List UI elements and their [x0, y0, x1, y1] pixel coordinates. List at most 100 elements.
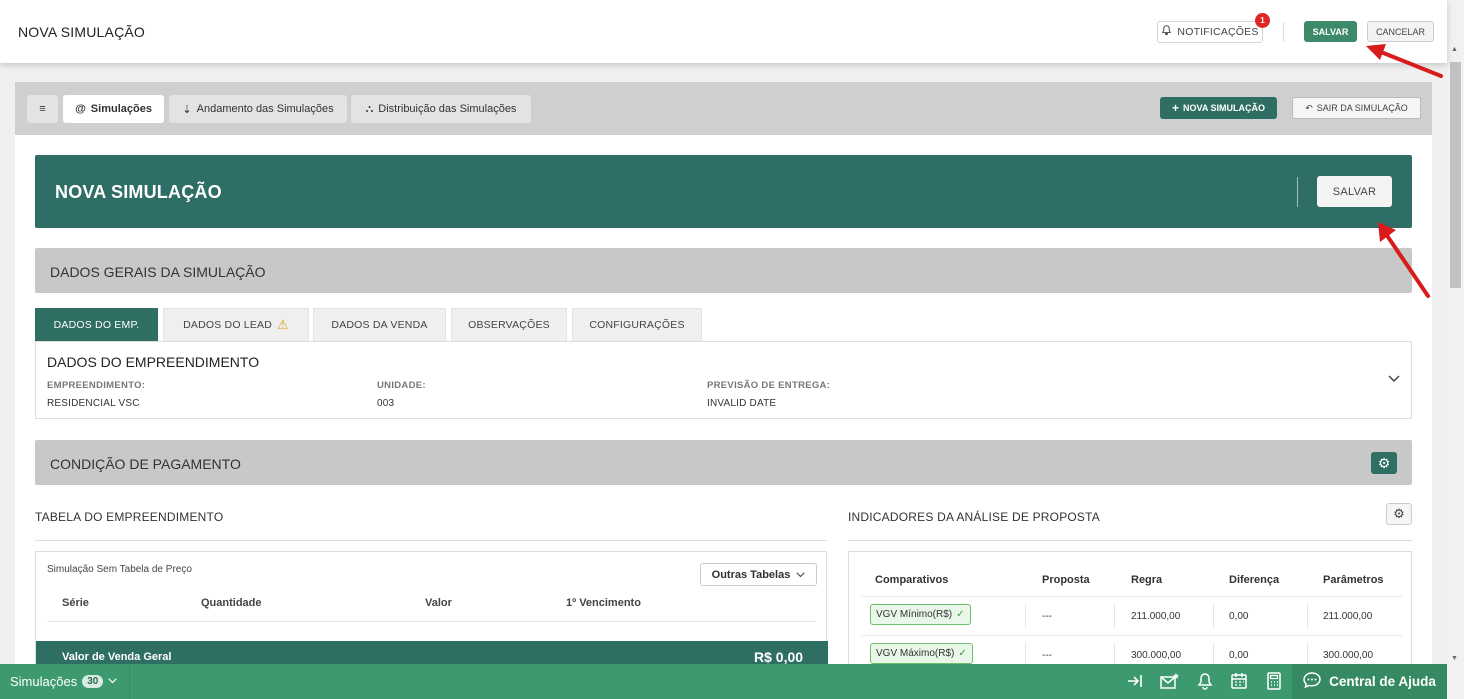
at-icon: @	[75, 103, 86, 115]
tab-distribuicao[interactable]: ⛬ Distribuição das Simulações	[351, 95, 531, 123]
section-title: DADOS GERAIS DA SIMULAÇÃO	[50, 264, 266, 280]
table-note: Simulação Sem Tabela de Preço	[47, 564, 192, 575]
sign-in-icon[interactable]	[1126, 672, 1144, 695]
field-label: UNIDADE:	[377, 380, 426, 391]
simulacoes-label: Simulações	[10, 674, 78, 689]
simulacoes-switcher[interactable]: Simulações 30	[0, 664, 130, 699]
mail-star-icon[interactable]	[1160, 672, 1180, 695]
tab-label: Andamento das Simulações	[196, 103, 334, 115]
divider	[1213, 604, 1214, 628]
bell-icon	[1161, 25, 1172, 39]
dados-gerais-section-header: DADOS GERAIS DA SIMULAÇÃO	[35, 248, 1412, 293]
bell-icon[interactable]	[1197, 672, 1213, 695]
column-header: Parâmetros	[1323, 574, 1384, 586]
tab-dados-emp[interactable]: DADOS DO EMP.	[35, 308, 158, 341]
hamburger-icon: ≡	[39, 103, 46, 115]
divider	[1114, 604, 1115, 628]
empreendimento-panel: DADOS DO EMPREENDIMENTO EMPREENDIMENTO: …	[35, 341, 1412, 419]
tab-dados-venda[interactable]: DADOS DA VENDA	[313, 308, 446, 341]
help-center-label: Central de Ajuda	[1329, 674, 1436, 689]
hero-divider	[1297, 177, 1298, 207]
indicators-settings-button[interactable]: ⚙	[1386, 503, 1412, 525]
tab-dados-lead[interactable]: DADOS DO LEAD ⚠	[163, 308, 309, 341]
reply-icon: ↶	[1305, 102, 1313, 113]
gear-icon: ⚙	[1393, 506, 1405, 521]
field-value: INVALID DATE	[707, 398, 777, 409]
bottom-taskbar: Simulações 30 Central de Ajuda	[0, 664, 1447, 699]
condicao-pagamento-section-header: CONDIÇÃO DE PAGAMENTO ⚙	[35, 440, 1412, 485]
diferenca-cell: 0,00	[1229, 611, 1249, 622]
new-simulation-button[interactable]: + NOVA SIMULAÇÃO	[1160, 97, 1277, 119]
cancel-button[interactable]: CANCELAR	[1367, 21, 1434, 42]
check-icon: ✓	[956, 609, 965, 620]
main-frame: ≡ @ Simulações ⇣ Andamento das Simulaçõe…	[15, 82, 1432, 667]
column-header: Diferença	[1229, 574, 1280, 586]
calendar-icon[interactable]	[1230, 672, 1248, 695]
column-header: Proposta	[1042, 574, 1090, 586]
column-header: Série	[62, 597, 89, 609]
regra-cell: 300.000,00	[1131, 650, 1182, 661]
new-simulation-label: NOVA SIMULAÇÃO	[1183, 103, 1265, 113]
payment-settings-button[interactable]: ⚙	[1371, 452, 1397, 474]
menu-toggle-button[interactable]: ≡	[27, 95, 58, 123]
exit-simulation-label: SAIR DA SIMULAÇÃO	[1316, 103, 1408, 113]
tab-simulacoes[interactable]: @ Simulações	[63, 95, 164, 123]
sitemap-icon: ⛬	[365, 102, 374, 115]
tab-observacoes[interactable]: OBSERVAÇÕES	[451, 308, 567, 341]
proposta-cell: ---	[1042, 611, 1052, 622]
panel-title: DADOS DO EMPREENDIMENTO	[47, 354, 260, 370]
tab-configuracoes[interactable]: CONFIGURAÇÕES	[572, 308, 702, 341]
tabela-title: TABELA DO EMPREENDIMENTO	[35, 510, 224, 524]
indicadores-title: INDICADORES DA ANÁLISE DE PROPOSTA	[848, 510, 1100, 524]
divider	[848, 540, 1412, 541]
divider	[861, 596, 1402, 597]
total-row: Valor de Venda Geral R$ 0,00	[36, 641, 828, 665]
column-header: 1º Vencimento	[566, 597, 641, 609]
diferenca-cell: 0,00	[1229, 650, 1249, 661]
tab-label: Simulações	[90, 103, 152, 115]
check-icon: ✓	[958, 648, 967, 659]
chip-label: VGV Máximo(R$)	[876, 648, 955, 659]
column-header: Valor	[425, 597, 452, 609]
scroll-up-arrow[interactable]: ▲	[1451, 46, 1458, 53]
chevron-down-icon	[108, 676, 118, 687]
column-header: Comparativos	[875, 574, 949, 586]
tab-label: Distribuição das Simulações	[378, 103, 517, 115]
tab-andamento[interactable]: ⇣ Andamento das Simulações	[169, 95, 347, 123]
field-value: RESIDENCIAL VSC	[47, 398, 140, 409]
regra-cell: 211.000,00	[1131, 611, 1181, 622]
comparativo-chip: VGV Mínimo(R$) ✓	[870, 604, 971, 625]
page-scrollbar[interactable]: ▲ ▼	[1447, 0, 1464, 699]
total-value: R$ 0,00	[754, 649, 804, 665]
hero-save-button[interactable]: SALVAR	[1317, 176, 1392, 207]
tab-label: DADOS DO LEAD	[183, 319, 273, 331]
scrollbar-thumb[interactable]	[1450, 62, 1461, 288]
comparativo-chip: VGV Máximo(R$) ✓	[870, 643, 973, 664]
divider	[1025, 604, 1026, 628]
top-header: NOVA SIMULAÇÃO NOTIFICAÇÕES 1 SALVAR CAN…	[0, 0, 1447, 63]
exit-simulation-button[interactable]: ↶ SAIR DA SIMULAÇÃO	[1292, 97, 1421, 119]
notifications-badge: 1	[1255, 13, 1270, 28]
save-button[interactable]: SALVAR	[1304, 21, 1357, 42]
parametros-cell: 300.000,00	[1323, 650, 1374, 661]
parametros-cell: 211.000,00	[1323, 611, 1373, 622]
chip-label: VGV Mínimo(R$)	[876, 609, 953, 620]
divider	[47, 621, 816, 622]
scroll-down-arrow[interactable]: ▼	[1451, 655, 1458, 662]
chat-icon	[1303, 672, 1321, 691]
outras-tabelas-dropdown[interactable]: Outras Tabelas	[700, 563, 817, 586]
chevron-down-icon[interactable]	[1388, 370, 1400, 386]
notifications-button[interactable]: NOTIFICAÇÕES	[1157, 21, 1263, 43]
calculator-icon[interactable]	[1266, 672, 1282, 695]
sort-icon: ⇣	[182, 103, 192, 116]
warning-icon: ⚠	[277, 317, 289, 332]
column-header: Regra	[1131, 574, 1163, 586]
chevron-down-icon	[796, 569, 805, 581]
indicadores-panel: Comparativos Proposta Regra Diferença Pa…	[848, 551, 1412, 667]
section-title: CONDIÇÃO DE PAGAMENTO	[50, 456, 241, 472]
field-label: PREVISÃO DE ENTREGA:	[707, 380, 831, 391]
help-center-button[interactable]: Central de Ajuda	[1292, 664, 1447, 699]
page-title: NOVA SIMULAÇÃO	[18, 24, 146, 40]
simulation-hero-banner: NOVA SIMULAÇÃO SALVAR	[35, 155, 1412, 228]
module-tabs-bar: ≡ @ Simulações ⇣ Andamento das Simulaçõe…	[15, 82, 1432, 135]
